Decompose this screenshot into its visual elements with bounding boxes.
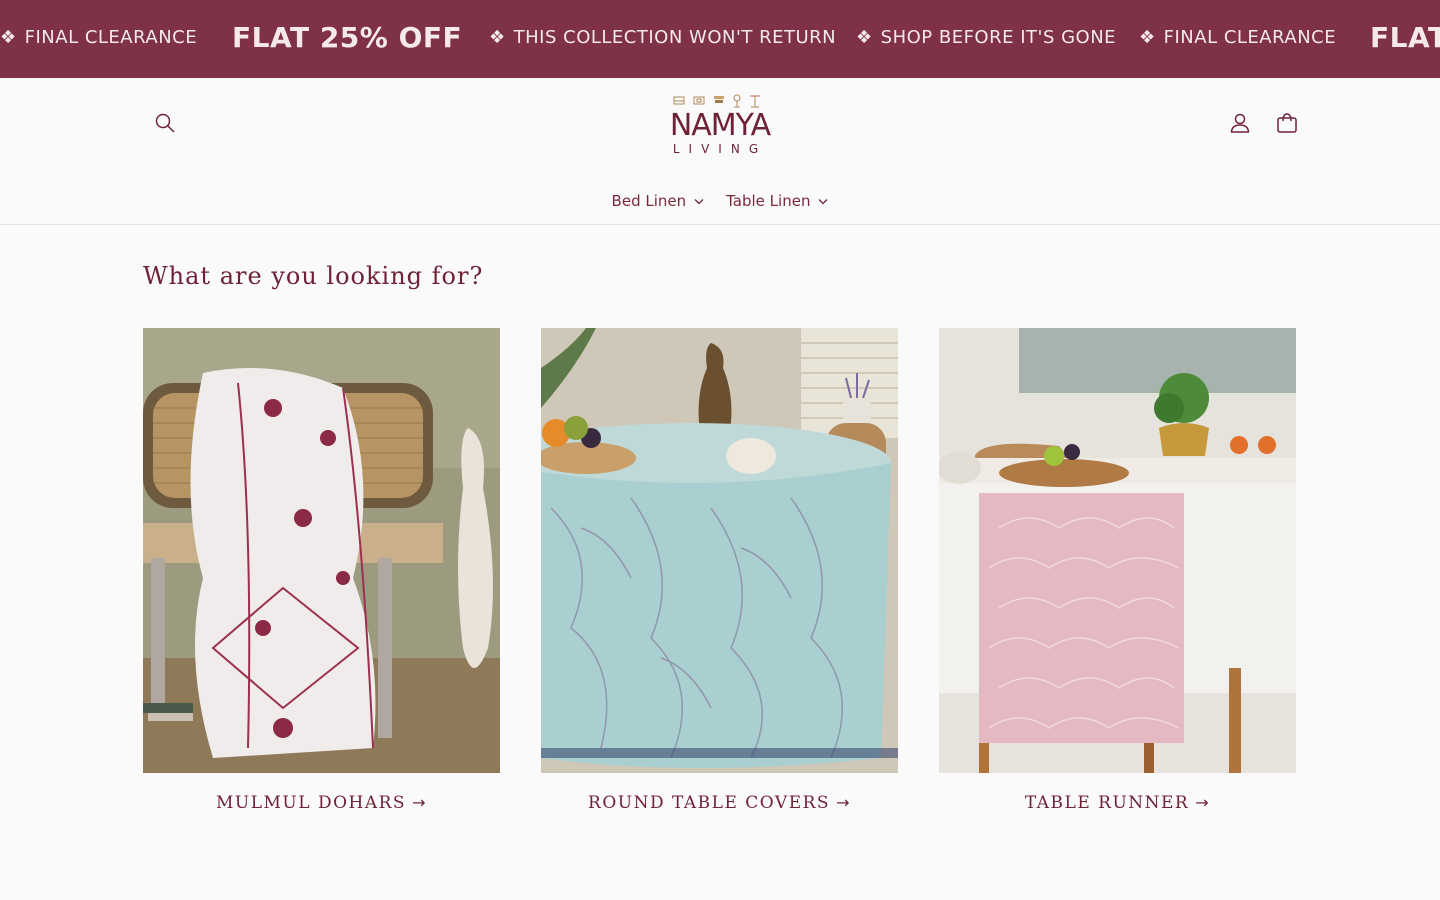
diamond-icon: ❖	[489, 27, 506, 48]
round-tablecloth-image	[541, 328, 898, 773]
announcement-item: FLAT	[1370, 0, 1440, 78]
arrow-right-icon: →	[412, 793, 427, 812]
announcement-item: FLAT 25% OFF	[232, 0, 462, 78]
announcement-item: ❖ FINAL CLEARANCE	[0, 0, 197, 78]
announcement-text: FLAT	[1370, 21, 1440, 54]
svg-text:NAMYA: NAMYA	[670, 108, 772, 143]
namya-living-logo: NAMYA LIVING	[670, 94, 773, 156]
account-button[interactable]	[1218, 101, 1262, 145]
announcement-text: FLAT 25% OFF	[232, 21, 463, 54]
table-runner-image	[939, 328, 1296, 773]
collection-image[interactable]	[541, 328, 898, 773]
collection-card-mulmul-dohars[interactable]: MULMUL DOHARS →	[143, 328, 500, 813]
bag-icon	[1277, 113, 1297, 133]
chevron-down-icon	[694, 198, 704, 204]
announcement-item: ❖ FINAL CLEARANCE	[1139, 0, 1336, 78]
diamond-icon: ❖	[856, 27, 873, 48]
nav-item-table-linen[interactable]: Table Linen	[726, 190, 828, 212]
dohar-on-bench-image	[143, 328, 500, 773]
user-icon	[1230, 113, 1250, 133]
cart-button[interactable]	[1265, 101, 1309, 145]
search-icon	[155, 113, 175, 133]
site-header: NAMYA LIVING Bed Linen Table Linen	[0, 78, 1440, 225]
section-heading: What are you looking for?	[143, 262, 484, 290]
collection-card-table-runner[interactable]: TABLE RUNNER →	[939, 328, 1296, 813]
collection-link[interactable]: MULMUL DOHARS →	[143, 793, 500, 813]
nav-item-bed-linen[interactable]: Bed Linen	[612, 190, 705, 212]
announcement-item: ❖ THIS COLLECTION WON'T RETURN	[489, 0, 836, 78]
collection-title: ROUND TABLE COVERS	[588, 793, 831, 813]
search-button[interactable]	[143, 101, 187, 145]
announcement-bar: ❖ FINAL CLEARANCE FLAT 25% OFF ❖ THIS COLL…	[0, 0, 1440, 78]
collection-image[interactable]	[143, 328, 500, 773]
announcement-item: ❖ SHOP BEFORE IT'S GONE	[856, 0, 1116, 78]
main-nav: Bed Linen Table Linen	[0, 190, 1440, 212]
diamond-icon: ❖	[1139, 27, 1156, 48]
diamond-icon: ❖	[0, 27, 17, 48]
arrow-right-icon: →	[1195, 793, 1211, 812]
collection-image[interactable]	[939, 328, 1296, 773]
announcement-text: FINAL CLEARANCE	[1163, 27, 1337, 48]
arrow-right-icon: →	[836, 793, 851, 812]
site-logo[interactable]: NAMYA LIVING	[660, 92, 780, 158]
collection-link[interactable]: ROUND TABLE COVERS →	[541, 793, 898, 813]
nav-item-label: Bed Linen	[611, 192, 687, 210]
collection-link[interactable]: TABLE RUNNER →	[939, 793, 1296, 813]
collection-card-round-table-covers[interactable]: ROUND TABLE COVERS →	[541, 328, 898, 813]
nav-item-label: Table Linen	[726, 192, 811, 210]
svg-text:LIVING: LIVING	[673, 142, 767, 156]
collection-title: TABLE RUNNER	[1024, 793, 1190, 813]
announcement-text: SHOP BEFORE IT'S GONE	[880, 27, 1117, 48]
chevron-down-icon	[818, 198, 828, 204]
collection-title: MULMUL DOHARS	[216, 793, 407, 813]
announcement-text: THIS COLLECTION WON'T RETURN	[513, 27, 837, 48]
announcement-text: FINAL CLEARANCE	[24, 27, 198, 48]
